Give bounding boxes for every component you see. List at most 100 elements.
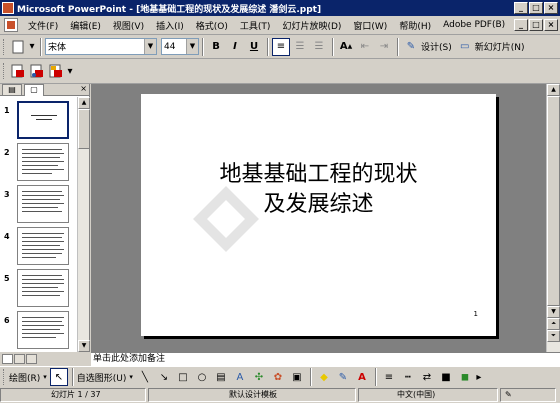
powerpoint-app-icon[interactable] xyxy=(2,2,14,14)
thumbnail-slide-3[interactable] xyxy=(17,185,69,223)
document-icon[interactable] xyxy=(4,18,18,32)
wordart-icon[interactable]: A xyxy=(231,368,249,386)
thumbnail-slide-1[interactable] xyxy=(17,101,69,139)
menu-help[interactable]: 帮助(H) xyxy=(393,19,437,32)
font-size-combo[interactable]: 44 ▼ xyxy=(161,38,199,55)
increase-indent-icon[interactable]: ⇥ xyxy=(375,38,393,56)
doc-minimize-button[interactable]: _ xyxy=(514,19,528,31)
notes-pane[interactable]: 单击此处添加备注 xyxy=(91,352,560,366)
new-slide-icon[interactable]: ▭ xyxy=(456,38,474,56)
menu-format[interactable]: 格式(O) xyxy=(190,19,234,32)
thumbnail-item[interactable]: 1 xyxy=(0,101,76,141)
chevron-down-icon[interactable]: ▼ xyxy=(144,39,156,54)
chevron-down-icon[interactable]: ▼ xyxy=(186,39,198,54)
dropdown-arrow-icon[interactable]: ▾ xyxy=(66,62,74,80)
select-pointer-icon[interactable]: ↖ xyxy=(49,368,68,386)
line-style-icon[interactable]: ≡ xyxy=(380,368,398,386)
current-slide[interactable]: 地基基础工程的现状 及发展综述 1 xyxy=(141,94,496,336)
pdf-email-icon[interactable] xyxy=(28,62,46,80)
menu-view[interactable]: 视图(V) xyxy=(107,19,150,32)
thumbnail-slide-6[interactable] xyxy=(17,311,69,349)
slide-title[interactable]: 地基基础工程的现状 及发展综述 xyxy=(141,160,496,220)
scroll-thumb[interactable] xyxy=(547,96,560,306)
underline-button[interactable]: U xyxy=(245,38,263,56)
insert-picture-icon[interactable]: ▣ xyxy=(288,368,306,386)
chevron-down-icon[interactable]: ▾ xyxy=(43,373,47,381)
toolbar-grip[interactable] xyxy=(3,63,6,79)
bold-button[interactable]: B xyxy=(207,38,225,56)
menu-tools[interactable]: 工具(T) xyxy=(234,19,277,32)
scroll-up-arrow[interactable]: ▲ xyxy=(547,84,560,96)
clipart-icon[interactable]: ✿ xyxy=(269,368,287,386)
doc-restore-button[interactable]: □ xyxy=(529,19,543,31)
line-color-icon[interactable]: ✎ xyxy=(334,368,352,386)
diagram-icon[interactable]: ✣ xyxy=(250,368,268,386)
numbered-list-icon[interactable]: ☰ xyxy=(291,38,309,56)
shadow-style-icon[interactable]: ■ xyxy=(437,368,455,386)
pdf-review-icon[interactable] xyxy=(47,62,65,80)
chevron-down-icon[interactable]: ▾ xyxy=(129,373,133,381)
menu-edit[interactable]: 编辑(E) xyxy=(64,19,107,32)
previous-slide-icon[interactable]: ⏶ xyxy=(547,318,560,330)
toolbar-grip[interactable] xyxy=(3,369,6,385)
scroll-down-arrow[interactable]: ▼ xyxy=(547,306,560,318)
bulleted-list-icon[interactable]: ☰ xyxy=(310,38,328,56)
close-panel-icon[interactable]: × xyxy=(80,84,87,95)
arrow-style-icon[interactable]: ⇄ xyxy=(418,368,436,386)
next-slide-icon[interactable]: ⏷ xyxy=(547,330,560,342)
fill-color-icon[interactable]: ◆ xyxy=(315,368,333,386)
close-button[interactable]: × xyxy=(544,2,558,14)
italic-button[interactable]: I xyxy=(226,38,244,56)
rectangle-tool-icon[interactable]: □ xyxy=(174,368,192,386)
design-button[interactable]: 设计(S) xyxy=(421,40,452,53)
menu-adobe-pdf[interactable]: Adobe PDF(B) xyxy=(437,20,511,30)
draw-menu-button[interactable]: 绘图(R) xyxy=(9,371,40,384)
font-name-combo[interactable]: 宋体 ▼ xyxy=(45,38,157,55)
autoshapes-menu-button[interactable]: 自选图形(U) xyxy=(77,371,127,384)
menu-window[interactable]: 窗口(W) xyxy=(347,19,393,32)
doc-close-button[interactable]: × xyxy=(544,19,558,31)
toolbar-options-icon[interactable]: ▸ xyxy=(475,368,483,386)
decrease-indent-icon[interactable]: ⇤ xyxy=(356,38,374,56)
thumbnail-item[interactable]: 3 xyxy=(0,185,76,225)
menu-slideshow[interactable]: 幻灯片放映(D) xyxy=(276,19,347,32)
thumbnail-scrollbar[interactable]: ▲ ▼ xyxy=(77,97,90,352)
design-icon[interactable]: ✎ xyxy=(402,38,420,56)
thumbnail-slide-5[interactable] xyxy=(17,269,69,307)
thumbnail-slide-2[interactable] xyxy=(17,143,69,181)
menu-file[interactable]: 文件(F) xyxy=(22,19,64,32)
new-slide-button[interactable]: 新幻灯片(N) xyxy=(475,40,525,53)
thumbnail-slide-4[interactable] xyxy=(17,227,69,265)
scroll-thumb[interactable] xyxy=(78,109,90,149)
increase-font-icon[interactable]: A ▲ xyxy=(337,38,355,56)
dash-style-icon[interactable]: ┅ xyxy=(399,368,417,386)
convert-to-pdf-icon[interactable] xyxy=(9,62,27,80)
normal-view-icon[interactable] xyxy=(2,354,13,364)
font-color-icon[interactable]: A xyxy=(353,368,371,386)
scroll-up-arrow[interactable]: ▲ xyxy=(78,97,90,109)
slide-sorter-icon[interactable] xyxy=(14,354,25,364)
thumbnail-item[interactable]: 5 xyxy=(0,269,76,309)
slide-scrollbar[interactable]: ▲ ▼ ⏶ ⏷ xyxy=(546,84,560,352)
scroll-down-arrow[interactable]: ▼ xyxy=(78,340,90,352)
spelling-status-icon[interactable]: ✎ xyxy=(500,388,556,402)
slideshow-icon[interactable] xyxy=(26,354,37,364)
thumbnail-item[interactable]: 6 xyxy=(0,311,76,351)
line-tool-icon[interactable]: ╲ xyxy=(136,368,154,386)
toolbar-grip[interactable] xyxy=(3,38,6,55)
tab-outline[interactable]: ▤ xyxy=(2,84,22,96)
tab-slides[interactable]: ▢ xyxy=(24,84,44,96)
dropdown-arrow-icon[interactable]: ▾ xyxy=(28,38,36,56)
menu-insert[interactable]: 插入(I) xyxy=(150,19,190,32)
thumbnail-item[interactable]: 4 xyxy=(0,227,76,267)
align-left-icon[interactable]: ≡ xyxy=(272,37,290,56)
thumbnail-list: 1 2 3 4 5 6 xyxy=(0,97,76,352)
arrow-tool-icon[interactable]: ↘ xyxy=(155,368,173,386)
oval-tool-icon[interactable]: ○ xyxy=(193,368,211,386)
minimize-button[interactable]: _ xyxy=(514,2,528,14)
3d-style-icon[interactable]: ◼ xyxy=(456,368,474,386)
textbox-tool-icon[interactable]: ▤ xyxy=(212,368,230,386)
thumbnail-item[interactable]: 2 xyxy=(0,143,76,183)
new-document-icon[interactable] xyxy=(9,38,27,56)
maximize-button[interactable]: □ xyxy=(529,2,543,14)
